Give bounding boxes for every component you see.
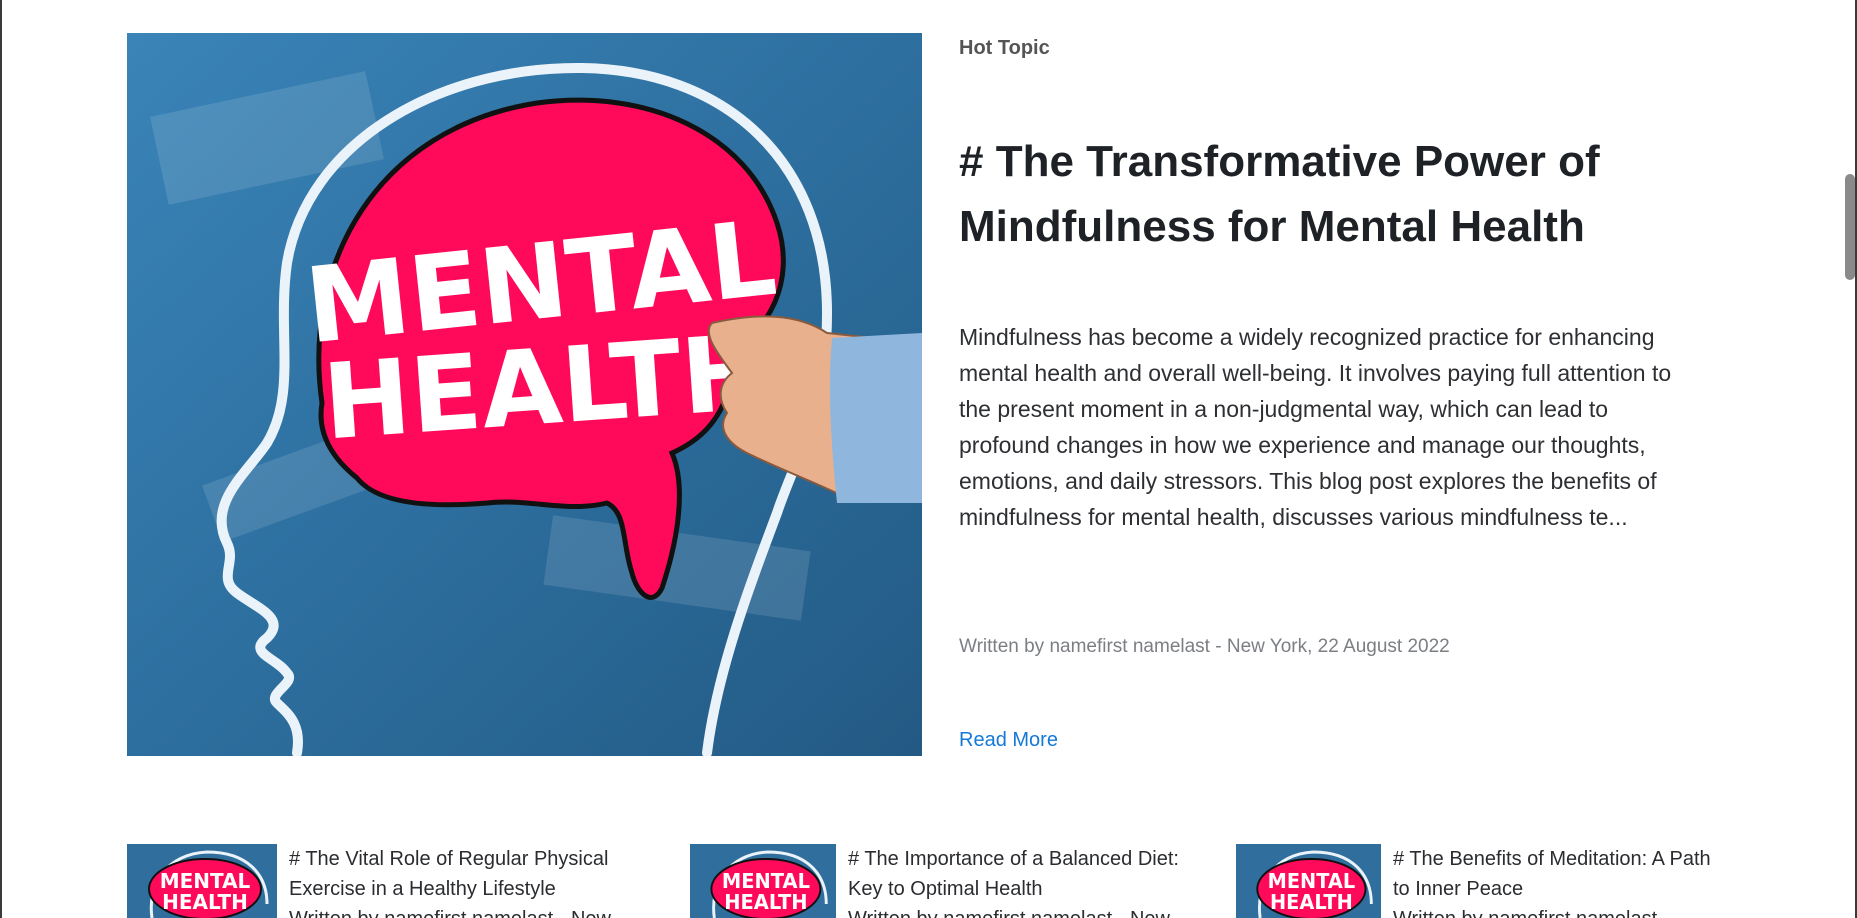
mental-health-thumbnail: MENTAL HEALTH	[690, 844, 836, 918]
hero-image[interactable]: MENTAL HEALTH	[127, 33, 922, 756]
card-thumbnail[interactable]: MENTAL HEALTH	[127, 844, 277, 918]
card-byline: Written by namefirst namelast -	[1393, 904, 1669, 918]
card-title[interactable]: # The Vital Role of Regular Physical Exe…	[289, 844, 629, 904]
svg-text:MENTAL: MENTAL	[722, 870, 811, 893]
article-card[interactable]: MENTAL HEALTH # The Importance of a Bala…	[690, 844, 1190, 918]
featured-article-excerpt: Mindfulness has become a widely recogniz…	[959, 324, 1672, 530]
card-byline: Written by namefirst namelast - New	[848, 904, 1170, 918]
card-thumbnail[interactable]: MENTAL HEALTH	[1236, 844, 1381, 918]
card-byline: Written by namefirst namelast - New	[289, 904, 611, 918]
hot-topic-label: Hot Topic	[959, 37, 1050, 59]
article-card[interactable]: MENTAL HEALTH # The Benefits of Meditati…	[1236, 844, 1736, 918]
svg-text:HEALTH: HEALTH	[1270, 891, 1353, 914]
card-title[interactable]: # The Importance of a Balanced Diet: Key…	[848, 844, 1188, 904]
svg-text:HEALTH: HEALTH	[724, 891, 807, 914]
mental-health-thumbnail: MENTAL HEALTH	[1236, 844, 1381, 918]
svg-text:HEALTH: HEALTH	[162, 890, 248, 914]
scrollbar-thumb[interactable]	[1845, 174, 1855, 280]
featured-article-title[interactable]: # The Transformative Power of Mindfulnes…	[959, 129, 1699, 259]
vertical-scrollbar[interactable]	[1838, 0, 1855, 918]
mental-health-thumbnail: MENTAL HEALTH	[127, 844, 277, 918]
featured-article-byline: Written by namefirst namelast - New York…	[959, 636, 1450, 657]
card-thumbnail[interactable]: MENTAL HEALTH	[690, 844, 836, 918]
article-card[interactable]: MENTAL HEALTH # The Vital Role of Regula…	[127, 844, 647, 918]
svg-text:MENTAL: MENTAL	[1268, 870, 1356, 893]
mental-health-illustration: MENTAL HEALTH	[127, 33, 922, 756]
window-border-left	[0, 0, 2, 918]
read-more-link[interactable]: Read More	[959, 729, 1058, 752]
card-title[interactable]: # The Benefits of Meditation: A Path to …	[1393, 844, 1723, 904]
